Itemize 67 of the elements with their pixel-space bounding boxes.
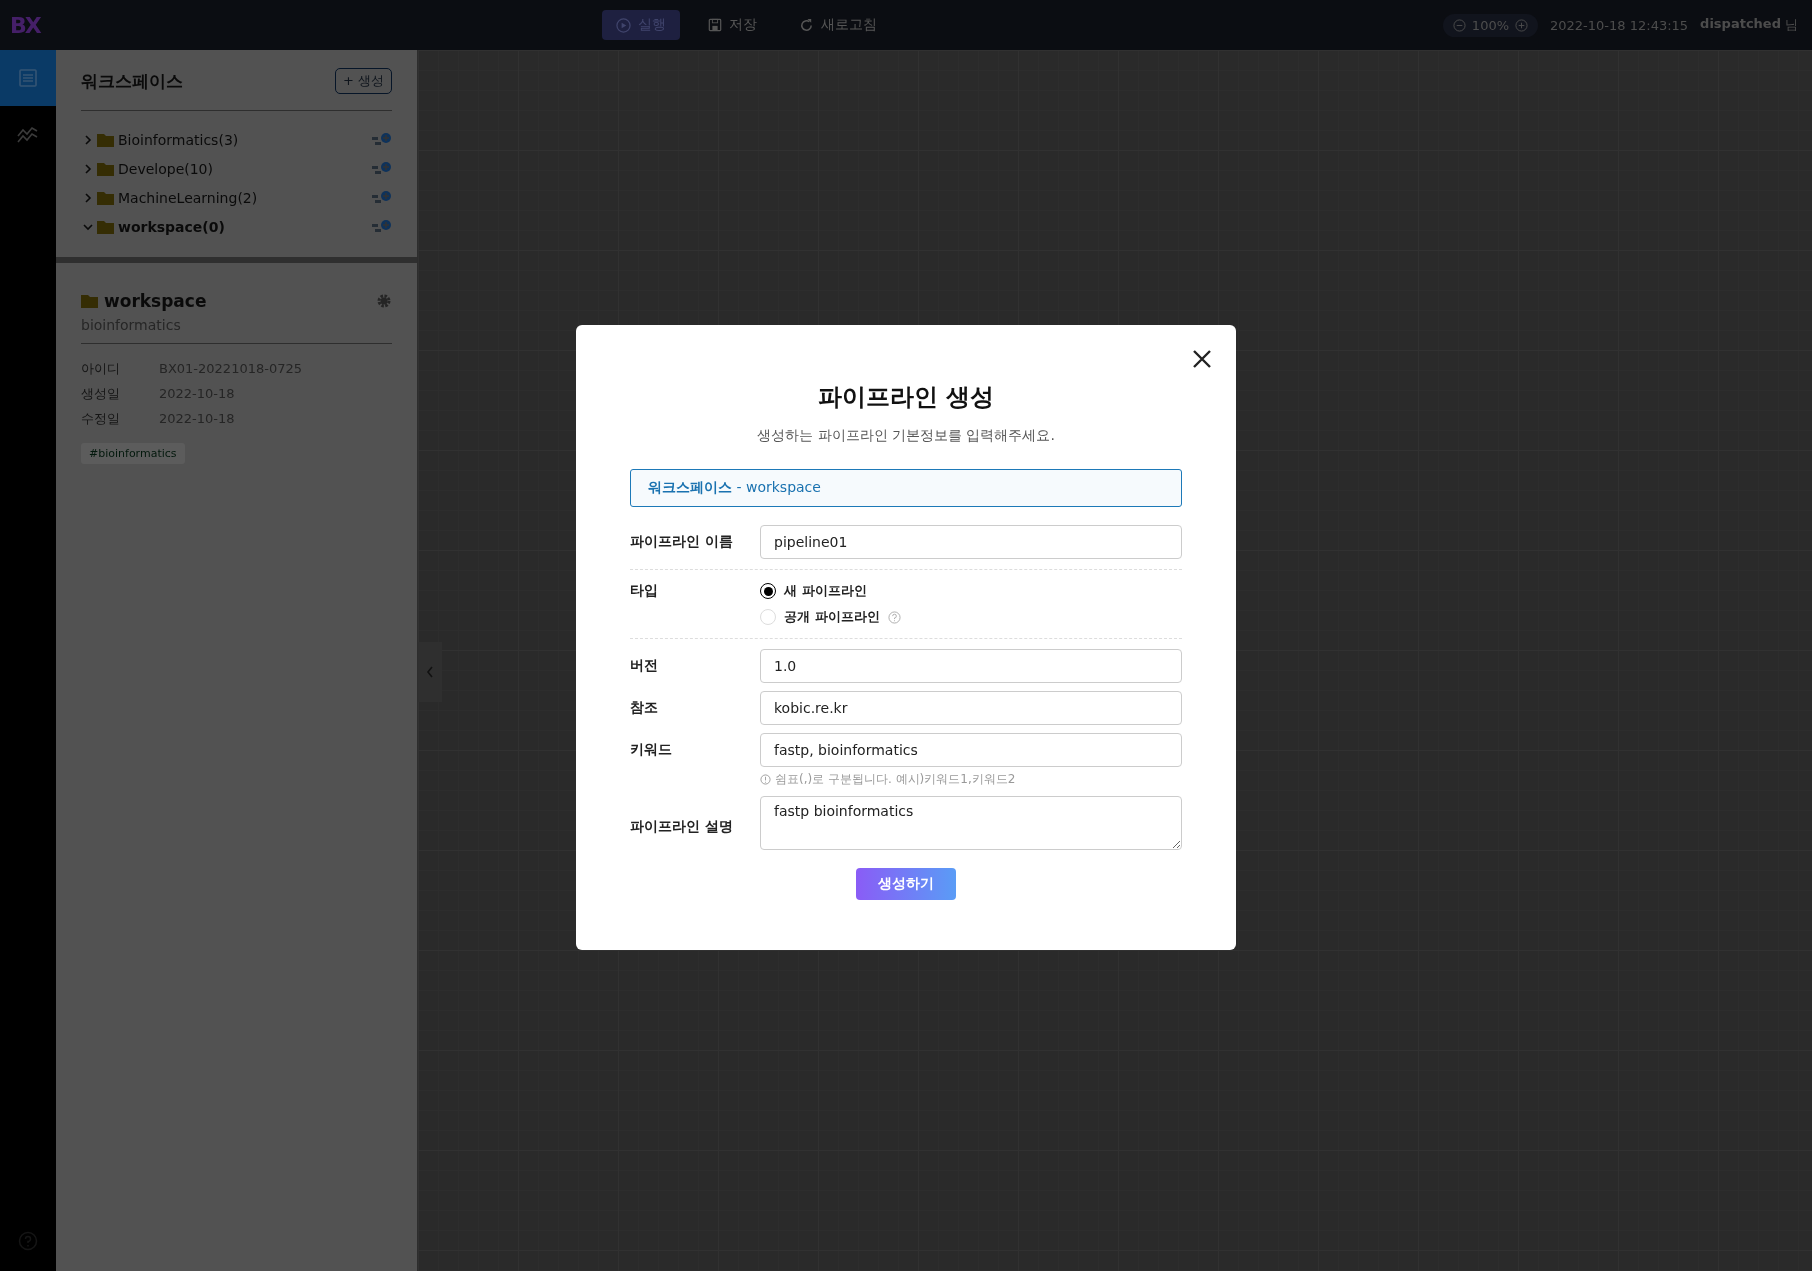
user-name: dispatched bbox=[1700, 16, 1781, 33]
folder-icon bbox=[97, 190, 114, 205]
radio-option[interactable]: 새 파이프라인 bbox=[760, 580, 1182, 602]
modal-title: 파이프라인 생성 bbox=[816, 382, 996, 413]
info-icon bbox=[760, 774, 771, 785]
zoom-in-icon[interactable] bbox=[1515, 18, 1529, 32]
chevron-right-icon[interactable] bbox=[83, 134, 93, 145]
logo: BX bbox=[10, 12, 42, 38]
add-pipeline-icon[interactable] bbox=[372, 131, 392, 148]
create-button[interactable]: + 생성 bbox=[334, 68, 392, 94]
text-field[interactable]: kobic.re.kr bbox=[760, 691, 1182, 725]
detail-label: 수정일 bbox=[81, 409, 121, 428]
chevron-right-icon[interactable] bbox=[83, 163, 93, 174]
datetime: 2022-10-18 12:43:15 bbox=[1550, 17, 1689, 33]
document-icon bbox=[18, 68, 38, 88]
workspace-name: workspace bbox=[104, 291, 208, 311]
radio-option[interactable]: 공개 파이프라인 bbox=[760, 606, 1182, 628]
panel-title: 워크스페이스 bbox=[81, 69, 183, 93]
folder-icon bbox=[97, 219, 114, 234]
add-pipeline-icon[interactable] bbox=[372, 189, 392, 206]
tree-label: Bioinformatics(3) bbox=[118, 131, 240, 148]
tree-item[interactable]: Develope(10) bbox=[81, 154, 392, 183]
text-area[interactable]: fastp bioinformatics bbox=[760, 796, 1182, 850]
line-chart-icon bbox=[17, 124, 39, 144]
add-pipeline-icon[interactable] bbox=[372, 160, 392, 177]
field-label: 버전 bbox=[630, 657, 658, 673]
tree-label: workspace(0) bbox=[118, 218, 226, 235]
field-label: 타입 bbox=[630, 582, 658, 598]
save-icon bbox=[707, 18, 722, 32]
refresh-icon bbox=[798, 17, 814, 33]
play-circle-icon bbox=[615, 17, 631, 33]
field-label: 파이프라인 설명 bbox=[630, 818, 733, 834]
tree-item[interactable]: Bioinformatics(3) bbox=[81, 125, 392, 154]
add-pipeline-icon[interactable] bbox=[372, 218, 392, 235]
submit-button[interactable]: 생성하기 bbox=[856, 868, 956, 900]
field-label: 키워드 bbox=[630, 741, 672, 757]
text-field[interactable]: fastp, bioinformatics bbox=[760, 733, 1182, 767]
tag: #bioinformatics bbox=[81, 443, 185, 464]
settings-icon[interactable] bbox=[376, 293, 392, 309]
modal-subtitle: 생성하는 파이프라인 기본정보를 입력해주세요. bbox=[756, 427, 1056, 445]
rail-button[interactable] bbox=[0, 50, 56, 106]
radio-label: 공개 파이프라인 bbox=[784, 608, 880, 626]
detail-label: 생성일 bbox=[81, 384, 121, 403]
tree-label: MachineLearning(2) bbox=[118, 189, 259, 206]
folder-icon bbox=[97, 161, 114, 176]
folder-icon bbox=[97, 132, 114, 147]
tree-item[interactable]: MachineLearning(2) bbox=[81, 183, 392, 212]
zoom-out-icon[interactable] bbox=[1452, 18, 1466, 32]
field-label: 파이프라인 이름 bbox=[630, 533, 733, 549]
field-label: 참조 bbox=[630, 699, 658, 715]
text-field[interactable]: 1.0 bbox=[760, 649, 1182, 683]
text-field[interactable]: pipeline01 bbox=[760, 525, 1182, 559]
hint-text: 쉼표(,)로 구분됩니다. 예시)키워드1,키워드2 bbox=[775, 771, 1016, 788]
zoom-level: 100% bbox=[1471, 17, 1510, 33]
help-icon[interactable] bbox=[887, 610, 901, 624]
tree-item[interactable]: workspace(0) bbox=[81, 212, 392, 241]
chevron-down-icon[interactable] bbox=[83, 221, 93, 232]
refresh-button[interactable]: 새로고침 bbox=[784, 10, 891, 40]
honorific: 님 bbox=[1785, 16, 1798, 34]
folder-icon bbox=[81, 294, 98, 308]
collapse-handle[interactable] bbox=[418, 642, 442, 702]
detail-label: 아이디 bbox=[81, 359, 121, 378]
workspace-field: 워크스페이스 - workspace bbox=[630, 469, 1182, 507]
radio-label: 새 파이프라인 bbox=[784, 582, 867, 600]
tree-label: Develope(10) bbox=[118, 160, 214, 177]
save-button[interactable]: 저장 bbox=[693, 10, 771, 40]
chevron-right-icon[interactable] bbox=[83, 192, 93, 203]
